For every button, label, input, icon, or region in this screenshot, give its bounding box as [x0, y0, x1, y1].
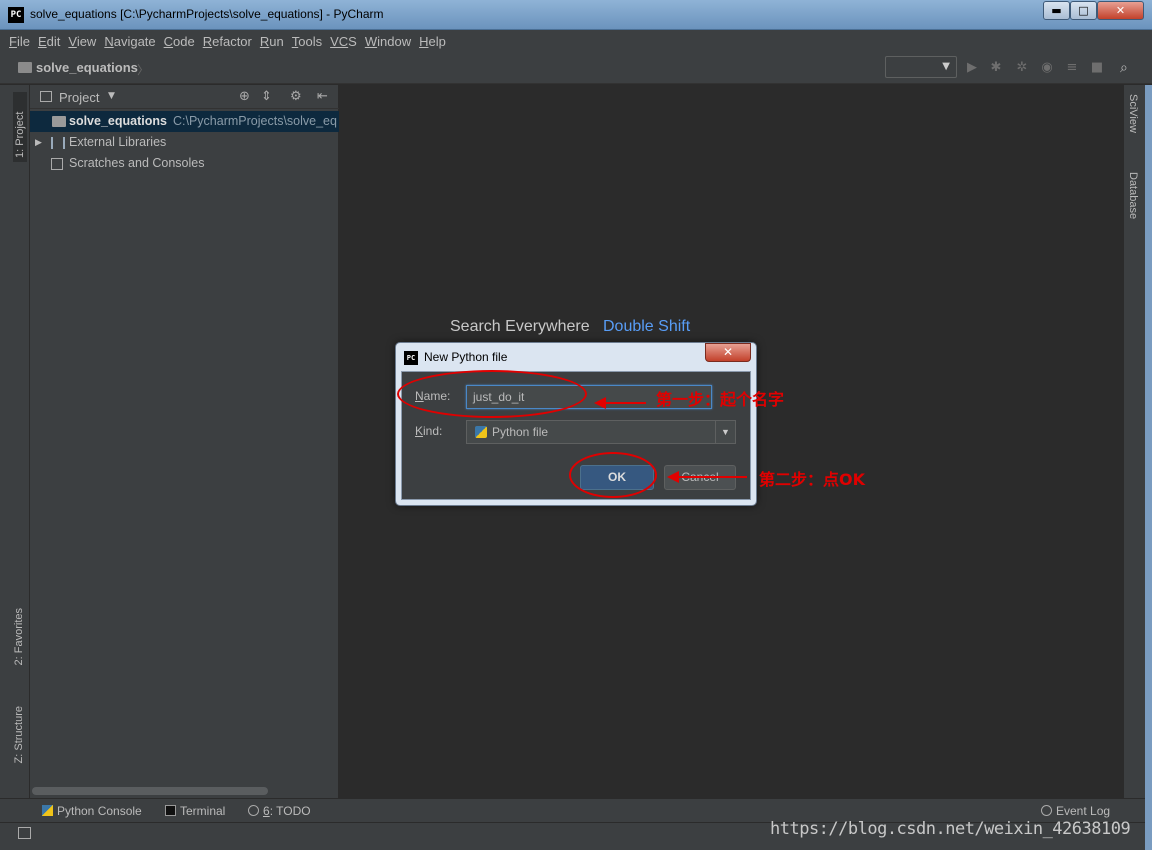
annotation-arrow-line: [604, 402, 646, 404]
folder-icon: [52, 116, 66, 127]
annotation-step2: 第二步：点OK: [759, 470, 866, 489]
chevron-down-icon[interactable]: ▼: [715, 421, 735, 443]
expand-arrow-icon[interactable]: ▶: [35, 132, 42, 153]
menu-navigate[interactable]: Navigate: [104, 34, 155, 49]
tool-tab-python-console[interactable]: Python Console: [42, 804, 142, 818]
kind-label: Kind:: [415, 424, 443, 438]
folder-icon: [18, 62, 32, 73]
menu-edit[interactable]: Edit: [38, 34, 60, 49]
project-tool-window: Project ▼ ⊕ ⇕ ⚙ ⇤ solve_equations C:\Pyc…: [30, 85, 339, 798]
tool-tab-todo[interactable]: 6: TODO: [248, 804, 311, 818]
menu-help[interactable]: Help: [419, 34, 446, 49]
window-title-bar: PC solve_equations [C:\PycharmProjects\s…: [0, 0, 1152, 30]
gear-icon[interactable]: ⚙: [290, 89, 302, 104]
menu-view[interactable]: View: [68, 34, 96, 49]
menu-bar: File Edit View Navigate Code Refactor Ru…: [0, 30, 1152, 52]
menu-run[interactable]: Run: [260, 34, 284, 49]
chevron-down-icon: ▼: [942, 61, 950, 72]
menu-code[interactable]: Code: [164, 34, 195, 49]
editor-hint-shortcut: Double Shift: [603, 318, 691, 335]
left-tool-stripe: [8, 85, 30, 798]
maximize-button[interactable]: □: [1070, 1, 1097, 20]
search-icon[interactable]: ⌕: [1120, 60, 1136, 76]
tool-tab-event-log[interactable]: Event Log: [1041, 804, 1110, 818]
close-window-button[interactable]: ✕: [1097, 1, 1144, 20]
run-icon[interactable]: ▶: [964, 60, 980, 76]
python-file-icon: [475, 426, 487, 438]
tool-tab-structure[interactable]: Z: Structure: [13, 706, 25, 763]
annotation-arrow-line: [677, 476, 747, 478]
pycharm-app-icon: PC: [8, 7, 24, 23]
project-view-icon: [40, 91, 52, 102]
chevron-down-icon[interactable]: ▼: [108, 91, 115, 101]
tool-tab-sciview[interactable]: SciView: [1127, 94, 1139, 133]
menu-tools[interactable]: Tools: [292, 34, 322, 49]
annotation-ellipse-name: [397, 370, 587, 418]
project-panel-title[interactable]: Project: [59, 90, 99, 105]
tool-tab-terminal[interactable]: Terminal: [165, 804, 225, 818]
profile-icon[interactable]: ◉: [1039, 60, 1055, 76]
menu-refactor[interactable]: Refactor: [203, 34, 252, 49]
left-window-edge: [0, 85, 8, 798]
todo-icon: [248, 805, 259, 816]
scratches-icon: [51, 158, 63, 170]
locate-icon[interactable]: ⊕: [239, 89, 250, 104]
horizontal-scrollbar[interactable]: [32, 787, 268, 795]
tool-tab-favorites[interactable]: 2: Favorites: [13, 608, 25, 665]
stop-icon[interactable]: ■: [1089, 60, 1105, 76]
event-log-icon: [1041, 805, 1052, 816]
debug-icon[interactable]: ✱: [988, 60, 1004, 76]
tree-item-project-root[interactable]: solve_equations C:\PycharmProjects\solve…: [30, 111, 339, 132]
python-icon: [42, 805, 53, 816]
project-panel-header: Project ▼ ⊕ ⇕ ⚙ ⇤: [30, 85, 339, 109]
window-title: solve_equations [C:\PycharmProjects\solv…: [30, 7, 384, 21]
breadcrumb-separator: 〉: [137, 63, 150, 77]
collapse-all-icon[interactable]: ⇕: [261, 89, 272, 104]
tree-item-path: C:\PycharmProjects\solve_eq: [173, 114, 337, 128]
tree-item-external-libraries[interactable]: ▶ External Libraries: [30, 132, 339, 153]
tool-tab-project[interactable]: 1: Project: [13, 92, 27, 162]
dialog-close-button[interactable]: ✕: [705, 343, 751, 362]
watermark-text: https://blog.csdn.net/weixin_42638109: [770, 819, 1131, 839]
breadcrumb-project[interactable]: solve_equations: [36, 60, 138, 75]
terminal-icon: [165, 805, 176, 816]
tree-item-label: Scratches and Consoles: [69, 156, 205, 170]
menu-file[interactable]: File: [9, 34, 30, 49]
minimize-button[interactable]: ▬: [1043, 1, 1070, 20]
kind-selected-value: Python file: [492, 425, 549, 439]
run-configuration-select[interactable]: ▼: [885, 56, 957, 78]
tool-tab-database[interactable]: Database: [1127, 172, 1139, 219]
menu-vcs[interactable]: VCS: [330, 34, 357, 49]
hide-panel-icon[interactable]: ⇤: [317, 89, 328, 104]
right-window-edge: [1145, 85, 1152, 850]
toggle-tool-windows-icon[interactable]: [18, 827, 31, 839]
coverage-icon[interactable]: ✲: [1014, 60, 1030, 76]
pycharm-app-icon: PC: [404, 351, 418, 365]
library-icon: [51, 137, 65, 149]
tree-item-label: External Libraries: [69, 135, 167, 149]
build-icon[interactable]: ≡: [1064, 60, 1080, 76]
tree-item-label: solve_equations: [69, 114, 167, 128]
menu-window[interactable]: Window: [365, 34, 411, 49]
file-kind-select[interactable]: Python file ▼: [466, 420, 736, 444]
editor-hint-text: Search Everywhere: [450, 318, 590, 335]
annotation-step1: 第一步：起个名字: [656, 390, 785, 409]
annotation-ellipse-ok: [569, 452, 657, 498]
tree-item-scratches[interactable]: Scratches and Consoles: [30, 153, 339, 174]
dialog-title: New Python file: [424, 350, 508, 364]
